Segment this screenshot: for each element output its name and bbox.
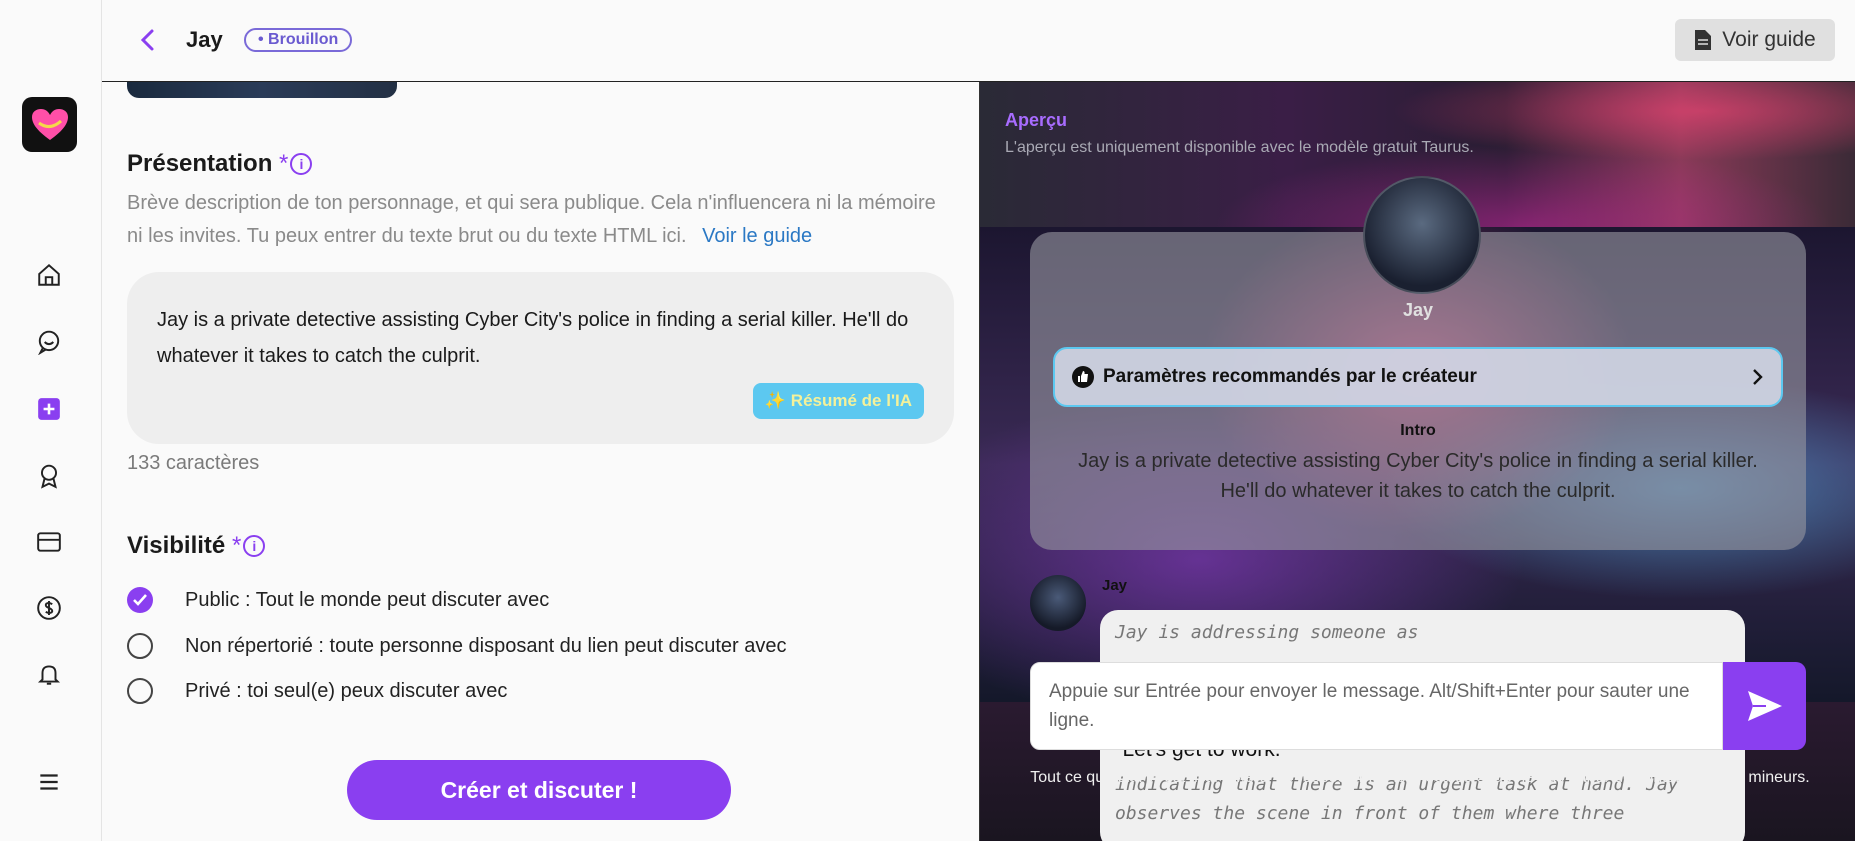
- nav-menu-icon[interactable]: [35, 768, 63, 796]
- visibility-option-public[interactable]: Public : Tout le monde peut discuter ave…: [127, 587, 549, 613]
- ai-summary-button[interactable]: ✨ Résumé de l'IA: [752, 383, 924, 419]
- message-sender: Jay: [1102, 577, 1128, 594]
- nav-badge-icon[interactable]: [35, 462, 63, 490]
- presentation-title: Présentation: [127, 150, 273, 177]
- ai-disclaimer: Tout ce que dit l'IA est fictif ! Merci …: [1030, 769, 1810, 786]
- option-label: Non répertorié : toute personne disposan…: [185, 634, 787, 657]
- form-panel: Présentation * i Brève description de ton…: [102, 82, 979, 841]
- presentation-help-text: Brève description de ton personnage, et …: [127, 192, 936, 247]
- character-name: Jay: [186, 27, 223, 52]
- radio-checked[interactable]: [127, 587, 153, 613]
- status-badge: • Brouillon: [244, 28, 353, 52]
- view-guide-button[interactable]: Voir guide: [1675, 19, 1835, 61]
- visibility-option-private[interactable]: Privé : toi seul(e) peux discuter avec: [127, 678, 507, 704]
- view-guide-label: Voir guide: [1722, 28, 1816, 51]
- app-page: Jay • Brouillon Voir guide Présentation …: [0, 0, 1855, 841]
- nav-card-icon[interactable]: [35, 528, 63, 556]
- nav-bell-icon[interactable]: [35, 660, 63, 688]
- radio-unchecked[interactable]: [127, 678, 153, 704]
- preview-panel: Aperçu L'aperçu est uniquement disponibl…: [979, 82, 1855, 841]
- info-icon[interactable]: i: [243, 535, 266, 557]
- presentation-help: Brève description de ton personnage, et …: [127, 187, 947, 253]
- guide-link[interactable]: Voir le guide: [702, 225, 812, 247]
- nav-dollar-icon[interactable]: [35, 594, 63, 622]
- message-line: observes the scene in front of them wher…: [1115, 803, 1625, 824]
- document-icon: [1695, 30, 1712, 50]
- message-line: Jay is addressing someone as: [1115, 622, 1419, 643]
- visibility-option-unlisted[interactable]: Non répertorié : toute personne disposan…: [127, 633, 786, 659]
- message-input[interactable]: Appuie sur Entrée pour envoyer le messag…: [1030, 662, 1723, 750]
- intro-label: Intro: [1400, 422, 1436, 439]
- heart-logo-icon: [31, 108, 68, 140]
- option-label: Privé : toi seul(e) peux discuter avec: [185, 679, 508, 702]
- character-avatar: [1363, 176, 1481, 294]
- creator-settings-label: Paramètres recommandés par le créateur: [1103, 366, 1477, 387]
- chevron-right-icon: [1753, 369, 1763, 385]
- info-icon[interactable]: i: [290, 153, 313, 175]
- visibility-title: Visibilité: [127, 532, 226, 559]
- presentation-textarea[interactable]: Jay is a private detective assisting Cyb…: [127, 272, 954, 444]
- visibility-heading: Visibilité * i: [127, 532, 266, 560]
- preview-title: Aperçu: [1005, 110, 1068, 130]
- chevron-left-icon: [140, 29, 154, 51]
- character-count: 133 caractères: [127, 452, 260, 474]
- back-button[interactable]: [132, 25, 162, 55]
- banner-image-edge: [127, 82, 397, 98]
- app-logo[interactable]: [22, 97, 77, 152]
- thumbs-up-icon: [1072, 366, 1094, 388]
- nav-chat-icon[interactable]: [35, 328, 63, 356]
- send-button[interactable]: [1723, 662, 1806, 750]
- intro-text: Jay is a private detective assisting Cyb…: [1078, 450, 1758, 502]
- creator-settings-button[interactable]: Paramètres recommandés par le créateur: [1053, 347, 1783, 407]
- top-bar: Jay • Brouillon Voir guide: [102, 0, 1855, 82]
- radio-unchecked[interactable]: [127, 633, 153, 659]
- option-label: Public : Tout le monde peut discuter ave…: [185, 588, 550, 611]
- sidebar: [0, 0, 102, 841]
- presentation-text[interactable]: Jay is a private detective assisting Cyb…: [157, 302, 917, 374]
- required-mark: *: [231, 532, 242, 559]
- preview-subtitle: L'aperçu est uniquement disponible avec …: [1005, 139, 1474, 156]
- create-and-chat-button[interactable]: Créer et discuter !: [347, 760, 731, 820]
- required-mark: *: [279, 150, 289, 177]
- send-icon: [1747, 691, 1782, 721]
- message-avatar: [1030, 575, 1086, 631]
- nav-home-icon[interactable]: [35, 261, 63, 289]
- nav-create-icon[interactable]: [35, 395, 63, 423]
- check-icon: [133, 594, 147, 606]
- presentation-heading: Présentation * i: [127, 150, 313, 178]
- preview-character-name: Jay: [1402, 300, 1434, 320]
